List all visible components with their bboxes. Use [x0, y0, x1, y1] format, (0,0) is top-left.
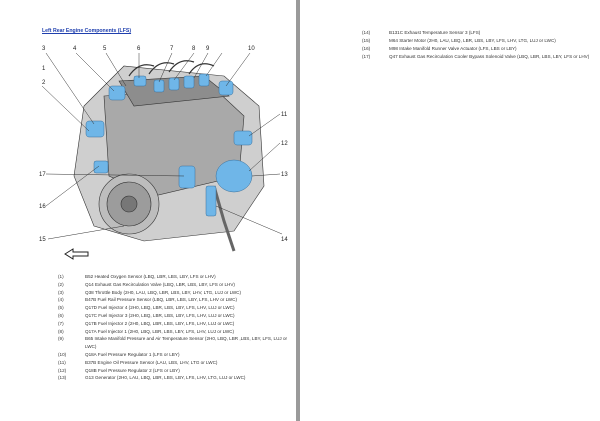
legend-text: Q38 Throttle Body (2H0, LAU, LBQ, LBR, L… [85, 289, 241, 295]
callout-3: 3 [42, 46, 46, 52]
callout-4: 4 [73, 46, 77, 52]
legend-number: (16) [362, 45, 371, 51]
legend-row: (6) Q17C Fuel Injector 3 (2H0, LBQ, LBR, … [58, 312, 294, 320]
callout-6: 6 [137, 46, 141, 52]
legend-number: (17) [362, 53, 371, 59]
callout-labels: 1 2 3 4 5 6 7 8 9 10 11 12 13 14 15 16 1… [39, 46, 288, 243]
legend-number: (2) [58, 281, 64, 287]
legend-text: M64 Starter Motor (2H0, LAU, LBQ, LBR, L… [389, 37, 556, 43]
callout-13: 13 [281, 172, 288, 178]
legend-row: (13) G13 Generator (2H0, LAU, LBQ, LBR, L… [58, 374, 294, 382]
callout-7: 7 [170, 46, 174, 52]
legend-row: (2) Q14 Exhaust Gas Recirculation Valve (… [58, 281, 294, 289]
legend-row: (9) B65 Intake Manifold Pressure and Air … [58, 335, 294, 351]
legend-text: Q18B Fuel Pressure Regulator 2 (LFS or L… [85, 367, 180, 373]
diagram-title[interactable]: Left Rear Engine Components (LFS) [42, 28, 131, 34]
legend-text: Q17B Fuel Injector 2 (2H0, LBQ, LBR, LBS… [85, 320, 235, 326]
legend-number: (15) [362, 37, 371, 43]
callout-2: 2 [42, 80, 46, 86]
right-page [300, 0, 600, 421]
legend-text: B131C Exhaust Temperature Sensor 3 (LFS) [389, 30, 481, 35]
callout-5: 5 [103, 46, 107, 52]
legend-row: (16) M98 Intake Manifold Runner Valve Act… [362, 45, 594, 53]
legend-number: (8) [58, 328, 64, 334]
legend-number: (6) [58, 312, 64, 318]
callout-8: 8 [192, 46, 196, 52]
legend-text: B37B Engine Oil Pressure Sensor (LAU, LB… [85, 359, 218, 365]
callout-11: 11 [281, 112, 288, 118]
legend-left: (1) B52 Heated Oxygen Sensor (LBQ, LBR, L… [58, 273, 294, 382]
legend-row: (12) Q18B Fuel Pressure Regulator 2 (LFS … [58, 367, 294, 375]
callout-10: 10 [248, 46, 255, 52]
legend-number: (4) [58, 297, 64, 303]
legend-number: (14) [362, 30, 371, 35]
legend-text: Q17A Fuel Injector 1 (2H0, LBQ, LBR, LBS… [85, 328, 235, 334]
legend-text: B65 Intake Manifold Pressure and Air Tem… [85, 336, 288, 350]
legend-text: Q17D Fuel Injector 4 (2H0, LBQ, LBR, LBS… [85, 305, 235, 311]
legend-text: Q47 Exhaust Gas Recirculation Cooler Byp… [389, 53, 590, 59]
legend-number: (11) [58, 359, 66, 365]
legend-number: (12) [58, 367, 67, 373]
legend-text: G13 Generator (2H0, LAU, LBQ, LBR, LBS, … [85, 375, 246, 381]
view-direction-arrow-icon [64, 248, 89, 260]
callout-12: 12 [281, 141, 288, 147]
legend-number: (1) [58, 274, 64, 279]
legend-number: (7) [58, 320, 64, 326]
callout-16: 16 [39, 204, 46, 210]
legend-row: (7) Q17B Fuel Injector 2 (2H0, LBQ, LBR, … [58, 320, 294, 328]
legend-row: (10) Q18A Fuel Pressure Regulator 1 (LFS … [58, 351, 294, 359]
legend-text: Q14 Exhaust Gas Recirculation Valve (LBQ… [85, 281, 235, 287]
legend-row: (3) Q38 Throttle Body (2H0, LAU, LBQ, LBR… [58, 289, 294, 297]
legend-row: (15) M64 Starter Motor (2H0, LAU, LBQ, LB… [362, 37, 594, 45]
legend-right: (14) B131C Exhaust Temperature Sensor 3 (… [362, 29, 594, 61]
legend-number: (9) [58, 336, 64, 342]
legend-row: (8) Q17A Fuel Injector 1 (2H0, LBQ, LBR, … [58, 328, 294, 336]
legend-number: (13) [58, 375, 67, 381]
legend-row: (4) B47B Fuel Rail Pressure Sensor (LBQ, … [58, 296, 294, 304]
callout-17: 17 [39, 172, 46, 178]
legend-number: (3) [58, 289, 64, 295]
callout-15: 15 [39, 237, 46, 243]
legend-number: (5) [58, 305, 64, 311]
legend-row: (17) Q47 Exhaust Gas Recirculation Cooler… [362, 53, 594, 61]
legend-row: (11) B37B Engine Oil Pressure Sensor (LAU… [58, 359, 294, 367]
legend-row: (14) B131C Exhaust Temperature Sensor 3 (… [362, 29, 594, 37]
legend-text: Q18A Fuel Pressure Regulator 1 (LFS or L… [85, 351, 180, 357]
legend-row: (1) B52 Heated Oxygen Sensor (LBQ, LBR, L… [58, 273, 294, 281]
legend-text: Q17C Fuel Injector 3 (2H0, LBQ, LBR, LBS… [85, 312, 235, 318]
legend-text: M98 Intake Manifold Runner Valve Actuato… [389, 45, 517, 51]
callout-1: 1 [42, 66, 46, 72]
callout-9: 9 [206, 46, 210, 52]
legend-row: (5) Q17D Fuel Injector 4 (2H0, LBQ, LBR, … [58, 304, 294, 312]
legend-text: B47B Fuel Rail Pressure Sensor (LBQ, LBR… [85, 297, 237, 303]
legend-number: (10) [58, 351, 67, 357]
callout-14: 14 [281, 237, 288, 243]
legend-text: B52 Heated Oxygen Sensor (LBQ, LBR, LBS,… [85, 274, 216, 279]
